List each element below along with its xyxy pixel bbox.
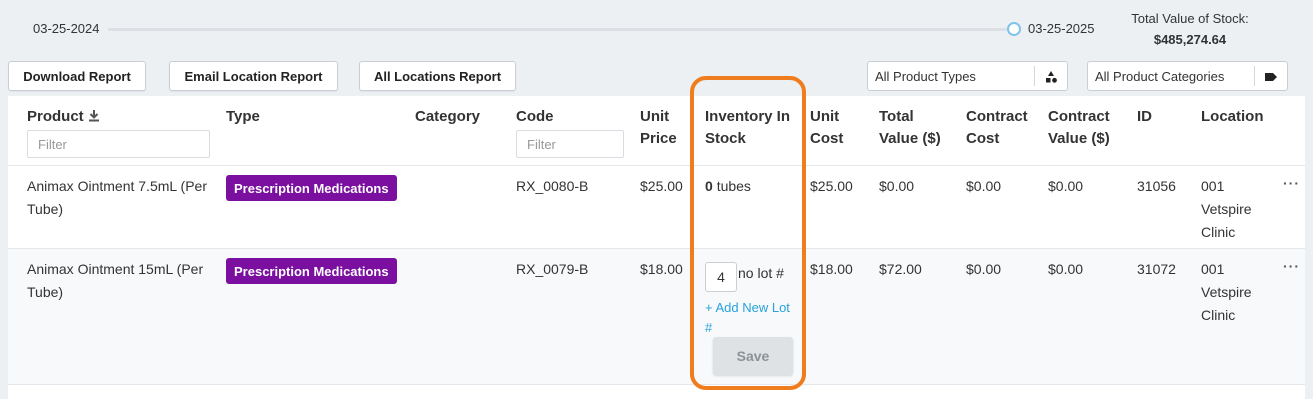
row-divider bbox=[8, 384, 1305, 385]
total-value-amount: $485,274.64 bbox=[1153, 32, 1227, 47]
inventory-quantity: 0 bbox=[705, 178, 713, 194]
column-header-location[interactable]: Location bbox=[1201, 106, 1264, 128]
unit-price: $18.00 bbox=[640, 261, 683, 277]
contract-cost: $0.00 bbox=[966, 261, 1002, 277]
location: 001 Vetspire Clinic bbox=[1201, 261, 1252, 323]
product-id: 31056 bbox=[1137, 178, 1176, 194]
save-button[interactable]: Save bbox=[713, 337, 793, 375]
end-date-label: 03-25-2025 bbox=[1028, 21, 1095, 36]
product-name[interactable]: Animax Ointment 15mL (Per Tube) bbox=[27, 258, 207, 304]
row-divider bbox=[8, 248, 1305, 249]
sort-download-icon[interactable] bbox=[88, 109, 100, 122]
product-id: 31072 bbox=[1137, 261, 1176, 277]
contract-value: $0.00 bbox=[1048, 261, 1084, 277]
product-name[interactable]: Animax Ointment 7.5mL (Per Tube) bbox=[27, 175, 207, 221]
total-value: $0.00 bbox=[879, 178, 915, 194]
product-filter-input[interactable]: Filter bbox=[27, 130, 210, 158]
column-header-contract-cost[interactable]: Contract Cost bbox=[966, 106, 1038, 150]
total-value: $72.00 bbox=[879, 261, 922, 277]
more-actions-icon[interactable]: ··· bbox=[1283, 258, 1300, 274]
column-header-contract-value[interactable]: Contract Value ($) bbox=[1048, 106, 1128, 150]
select-divider bbox=[1254, 66, 1255, 86]
date-range-slider-track[interactable] bbox=[108, 28, 1012, 31]
product-header-label: Product bbox=[27, 108, 84, 125]
add-new-lot-link[interactable]: + Add New Lot # bbox=[705, 298, 797, 338]
column-header-unit-price[interactable]: Unit Price bbox=[640, 106, 696, 150]
product-categories-value: All Product Categories bbox=[1095, 68, 1225, 84]
date-range-slider-handle[interactable] bbox=[1007, 22, 1021, 36]
inventory-in-stock: 0 tubes bbox=[705, 175, 751, 198]
more-actions-icon[interactable]: ··· bbox=[1283, 175, 1300, 191]
download-report-button[interactable]: Download Report bbox=[8, 61, 146, 91]
column-header-category[interactable]: Category bbox=[415, 106, 480, 128]
shapes-icon bbox=[1046, 71, 1057, 83]
product-code: RX_0079-B bbox=[516, 261, 589, 277]
total-value-label: Total Value of Stock: bbox=[1131, 11, 1249, 26]
select-divider bbox=[1034, 66, 1035, 86]
inventory-quantity-input[interactable]: 4 bbox=[705, 262, 737, 292]
email-location-report-button[interactable]: Email Location Report bbox=[169, 61, 338, 91]
column-header-id[interactable]: ID bbox=[1137, 106, 1152, 128]
type-badge: Prescription Medications bbox=[226, 258, 397, 284]
column-header-unit-cost[interactable]: Unit Cost bbox=[810, 106, 860, 150]
lot-label: no lot # bbox=[738, 265, 784, 281]
tag-icon bbox=[1265, 73, 1277, 81]
unit-cost: $18.00 bbox=[810, 261, 853, 277]
location: 001 Vetspire Clinic bbox=[1201, 178, 1252, 240]
unit-price: $25.00 bbox=[640, 178, 683, 194]
type-badge: Prescription Medications bbox=[226, 175, 397, 201]
column-header-type[interactable]: Type bbox=[226, 106, 260, 128]
column-header-inventory[interactable]: Inventory In Stock bbox=[705, 106, 801, 150]
column-header-code[interactable]: Code bbox=[516, 106, 554, 128]
contract-value: $0.00 bbox=[1048, 178, 1084, 194]
product-categories-select[interactable]: All Product Categories bbox=[1087, 61, 1288, 91]
product-code: RX_0080-B bbox=[516, 178, 589, 194]
inventory-unit: tubes bbox=[716, 178, 751, 194]
product-types-select[interactable]: All Product Types bbox=[867, 61, 1068, 91]
all-locations-report-button[interactable]: All Locations Report bbox=[359, 61, 516, 91]
code-filter-input[interactable]: Filter bbox=[516, 130, 624, 158]
column-header-total-value[interactable]: Total Value ($) bbox=[879, 106, 951, 150]
row-divider bbox=[8, 165, 1305, 166]
start-date-label: 03-25-2024 bbox=[33, 21, 100, 36]
contract-cost: $0.00 bbox=[966, 178, 1002, 194]
unit-cost: $25.00 bbox=[810, 178, 853, 194]
inventory-table: Product Type Category Code Unit Price In… bbox=[8, 96, 1305, 399]
product-types-value: All Product Types bbox=[875, 68, 976, 84]
column-header-product[interactable]: Product bbox=[27, 106, 100, 128]
